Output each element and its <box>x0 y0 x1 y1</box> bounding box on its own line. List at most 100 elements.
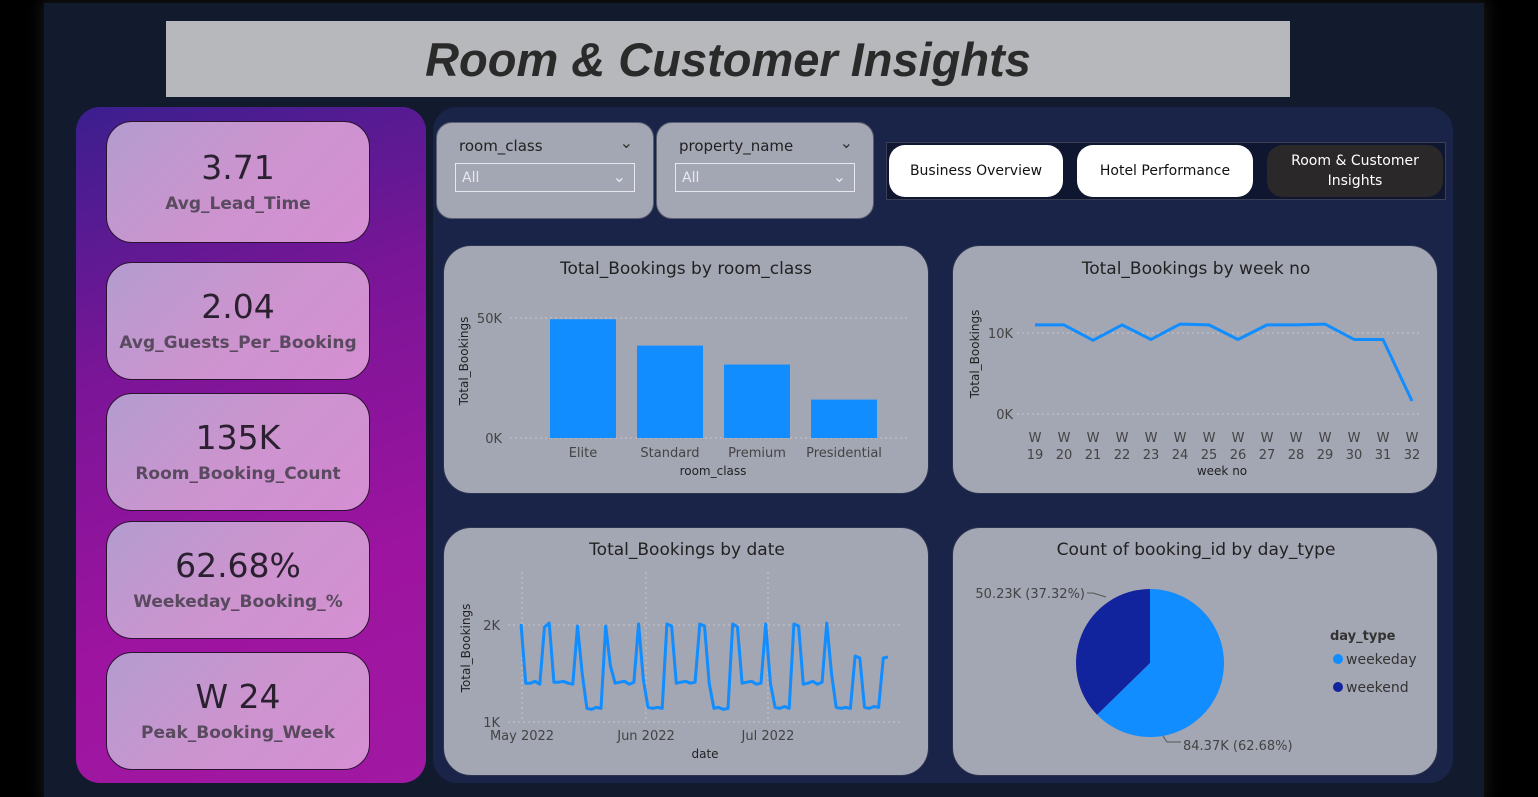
page-title-bar: Room & Customer Insights <box>166 21 1290 97</box>
x-tick-label-num: 20 <box>1056 448 1073 463</box>
data-label: 84.37K (62.68%) <box>1183 739 1293 754</box>
y-tick-label: 2K <box>483 619 500 634</box>
kpi-value: 135K <box>195 417 281 457</box>
bar-chart-svg: Total_Bookings by room_class Total_Booki… <box>457 259 910 478</box>
x-tick-label-num: 23 <box>1143 448 1160 463</box>
x-tick-label-num: 26 <box>1230 448 1247 463</box>
nav-button-room-customer-insights[interactable]: Room & Customer Insights <box>1267 145 1443 197</box>
x-tick-label-week: W <box>1203 431 1216 446</box>
x-tick-label-num: 29 <box>1317 448 1334 463</box>
x-tick-label-num: 27 <box>1259 448 1276 463</box>
kpi-card-peak-booking-week[interactable]: W 24 Peak_Booking_Week <box>106 652 370 770</box>
chart-title: Count of booking_id by day_type <box>1057 540 1336 560</box>
chart-bookings-by-date[interactable]: Total_Bookings by date Total_Bookings da… <box>443 527 929 776</box>
y-axis-title: Total_Bookings <box>459 604 473 694</box>
chart-title: Total_Bookings by room_class <box>559 259 812 279</box>
y-axis-title: Total_Bookings <box>968 310 982 400</box>
kpi-value: 3.71 <box>201 147 275 187</box>
x-axis-title: week no <box>1197 464 1247 478</box>
line-chart-svg: Total_Bookings by date Total_Bookings da… <box>459 540 902 761</box>
nav-button-business-overview[interactable]: Business Overview <box>889 145 1063 197</box>
chart-bookings-by-room-class[interactable]: Total_Bookings by room_class Total_Booki… <box>443 245 929 494</box>
slicer-value: All <box>682 170 700 186</box>
series-line <box>1035 322 1414 402</box>
y-tick-label: 0K <box>485 432 502 447</box>
y-tick-label: 0K <box>996 408 1013 423</box>
bar <box>550 319 616 438</box>
data-label: 50.23K (37.32%) <box>975 587 1085 602</box>
bar <box>724 364 790 438</box>
kpi-label: Avg_Guests_Per_Booking <box>119 333 357 354</box>
kpi-value: 2.04 <box>201 286 275 326</box>
x-tick-label-num: 30 <box>1346 448 1363 463</box>
chart-bookings-by-week[interactable]: Total_Bookings by week no Total_Bookings… <box>952 245 1438 494</box>
legend-label: weekend <box>1346 680 1409 696</box>
kpi-card-weekday-booking-pct[interactable]: 62.68% Weekeday_Booking_% <box>106 521 370 639</box>
x-tick-label-num: 31 <box>1375 448 1392 463</box>
nav-button-hotel-performance[interactable]: Hotel Performance <box>1077 145 1253 197</box>
x-tick-label-week: W <box>1174 431 1187 446</box>
chart-title: Total_Bookings by date <box>588 540 785 560</box>
chevron-down-icon[interactable]: ⌄ <box>840 133 853 152</box>
kpi-label: Peak_Booking_Week <box>141 723 335 744</box>
x-tick-label-week: W <box>1319 431 1332 446</box>
x-tick-label-num: 28 <box>1288 448 1305 463</box>
kpi-value: 62.68% <box>175 545 301 585</box>
x-tick-label-num: 32 <box>1404 448 1421 463</box>
slicer-title: room_class <box>459 137 543 155</box>
x-tick-label-week: W <box>1116 431 1129 446</box>
x-tick-label-num: 19 <box>1027 448 1044 463</box>
x-tick-label-num: 25 <box>1201 448 1218 463</box>
series-line <box>519 621 889 711</box>
chevron-down-icon: ⌄ <box>612 167 626 186</box>
y-tick-label: 10K <box>988 327 1014 342</box>
x-tick-label-week: W <box>1087 431 1100 446</box>
slicer-dropdown[interactable]: All ⌄ <box>675 163 855 192</box>
x-tick-label-week: W <box>1029 431 1042 446</box>
x-tick-label-num: 24 <box>1172 448 1189 463</box>
y-axis-title: Total_Bookings <box>457 317 471 407</box>
legend-title: day_type <box>1330 629 1396 644</box>
bar <box>811 399 877 438</box>
page-navigator: Business Overview Hotel Performance Room… <box>886 142 1446 200</box>
slicer-title: property_name <box>679 137 794 155</box>
x-tick-label-week: W <box>1058 431 1071 446</box>
x-tick-label-num: 21 <box>1085 448 1102 463</box>
x-tick-label-week: W <box>1261 431 1274 446</box>
slicer-room-class[interactable]: room_class ⌄ All ⌄ <box>436 122 654 219</box>
line-chart-svg: Total_Bookings by week no Total_Bookings… <box>968 259 1421 478</box>
page-title: Room & Customer Insights <box>425 32 1031 86</box>
chevron-down-icon[interactable]: ⌄ <box>620 133 633 152</box>
kpi-card-avg-guests[interactable]: 2.04 Avg_Guests_Per_Booking <box>106 262 370 380</box>
chart-title: Total_Bookings by week no <box>1081 259 1311 279</box>
leader-line <box>1087 592 1107 598</box>
x-tick-label: Standard <box>640 446 699 461</box>
kpi-panel: 3.71 Avg_Lead_Time 2.04 Avg_Guests_Per_B… <box>76 107 426 783</box>
x-tick-label: Premium <box>728 446 786 461</box>
x-tick-label-week: W <box>1377 431 1390 446</box>
x-tick-label: Elite <box>569 446 598 461</box>
kpi-card-avg-lead-time[interactable]: 3.71 Avg_Lead_Time <box>106 121 370 243</box>
x-tick-label-num: 22 <box>1114 448 1131 463</box>
x-tick-label-week: W <box>1232 431 1245 446</box>
x-axis-title: room_class <box>680 464 747 478</box>
slicer-value: All <box>462 170 480 186</box>
slicer-property-name[interactable]: property_name ⌄ All ⌄ <box>656 122 874 219</box>
x-tick-label: May 2022 <box>490 729 554 744</box>
y-tick-label: 50K <box>477 312 503 327</box>
kpi-label: Weekeday_Booking_% <box>133 592 343 613</box>
legend-label: weekeday <box>1346 652 1417 668</box>
chevron-down-icon: ⌄ <box>832 167 846 186</box>
slicer-dropdown[interactable]: All ⌄ <box>455 163 635 192</box>
legend-marker <box>1333 654 1343 664</box>
bar <box>637 345 703 438</box>
legend-marker <box>1333 682 1343 692</box>
chart-bookings-by-day-type[interactable]: Count of booking_id by day_type day_type… <box>952 527 1438 776</box>
x-tick-label-week: W <box>1348 431 1361 446</box>
x-tick-label: Jun 2022 <box>616 729 675 744</box>
x-tick-label: Presidential <box>806 446 882 461</box>
kpi-label: Avg_Lead_Time <box>165 194 311 215</box>
kpi-card-room-booking-count[interactable]: 135K Room_Booking_Count <box>106 393 370 511</box>
x-tick-label-week: W <box>1290 431 1303 446</box>
pie-chart-svg: Count of booking_id by day_type day_type… <box>975 540 1417 754</box>
